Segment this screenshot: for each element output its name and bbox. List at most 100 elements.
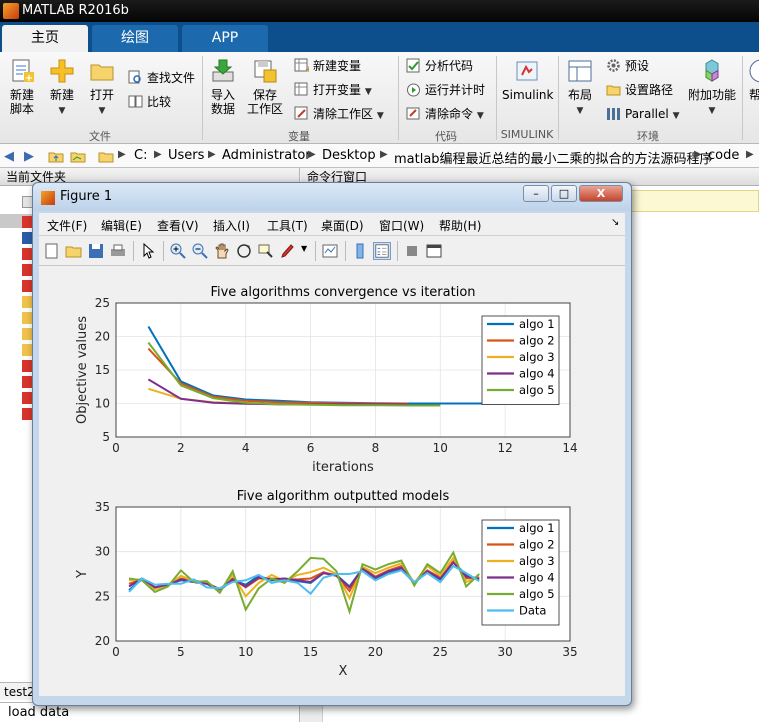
save-figure-icon[interactable]: [87, 242, 105, 260]
compare-button[interactable]: 比较: [128, 94, 171, 110]
figure-title-bar[interactable]: Figure 1 – □ X: [33, 183, 631, 211]
clear-workspace-dropdown-icon: ▼: [376, 111, 384, 121]
close-button[interactable]: X: [579, 185, 623, 202]
data-cursor-icon[interactable]: [257, 242, 275, 260]
chart2-legend-label: algo 5: [519, 587, 555, 601]
run-and-time-button[interactable]: 运行并计时: [406, 82, 485, 98]
tab-plots[interactable]: 绘图: [92, 25, 178, 52]
menu-tools[interactable]: 工具(T): [267, 217, 308, 234]
hide-plot-tools-icon[interactable]: [403, 242, 421, 260]
breadcrumb-drive[interactable]: C:: [134, 148, 147, 163]
clear-workspace-button[interactable]: 清除工作区 ▼: [294, 106, 384, 124]
menu-edit[interactable]: 编辑(E): [101, 217, 142, 234]
axes-models[interactable]: 0 5 10 15 20 25 30 35 20 25 30 35 Five algorithm out…: [75, 489, 578, 679]
set-path-button[interactable]: 设置路径: [606, 82, 673, 98]
parallel-label: Parallel: [625, 107, 669, 121]
chart1-legend-label: algo 3: [519, 350, 555, 364]
forward-arrow-icon[interactable]: ▶: [24, 149, 34, 164]
compare-label: 比较: [147, 95, 172, 109]
axes-convergence[interactable]: 0 2 4 6 8 10 12 14 5 10 15 20 25 Five algorithms conv…: [75, 285, 578, 475]
browse-folder-icon[interactable]: [70, 148, 86, 164]
open-file-icon[interactable]: [65, 242, 83, 260]
menu-window[interactable]: 窗口(W): [379, 217, 424, 234]
menu-view[interactable]: 查看(V): [157, 217, 199, 234]
new-variable-button[interactable]: + 新建变量: [294, 58, 361, 74]
show-plot-tools-icon[interactable]: [425, 242, 443, 260]
tab-apps[interactable]: APP: [182, 25, 268, 52]
layout-label: 布局: [567, 88, 592, 102]
save-workspace-button[interactable]: 保存 工作区: [246, 58, 284, 116]
zoom-out-icon[interactable]: [191, 242, 209, 260]
add-ons-button[interactable]: 附加功能 ▼: [686, 58, 738, 118]
cursor-icon[interactable]: [139, 242, 157, 260]
brush-dropdown-icon[interactable]: ▼: [301, 244, 307, 253]
breadcrumb-users[interactable]: Users: [168, 148, 204, 163]
chart1-x-axis-label: iterations: [312, 460, 374, 475]
help-button[interactable]: 帮: [748, 58, 759, 102]
new-dropdown-icon: ▼: [58, 106, 66, 116]
chart1-y-tick-label: 15: [95, 363, 110, 377]
pan-hand-icon[interactable]: [213, 242, 231, 260]
find-files-icon: [128, 70, 141, 84]
chart2-x-tick-label: 15: [303, 645, 318, 659]
breadcrumb-administrator[interactable]: Administrator: [222, 148, 311, 163]
simulink-button[interactable]: Simulink: [502, 58, 553, 102]
menu-desktop[interactable]: 桌面(D): [321, 217, 364, 234]
open-dropdown-icon: ▼: [98, 106, 106, 116]
back-arrow-icon[interactable]: ◀: [4, 149, 14, 164]
brush-icon[interactable]: [279, 242, 297, 260]
set-path-icon: [606, 85, 621, 96]
new-label: 新建: [49, 88, 74, 102]
figure-window[interactable]: Figure 1 – □ X 文件(F) 编辑(E) 查看(V) 插入(I) 工…: [32, 182, 632, 706]
minimize-button[interactable]: –: [523, 185, 549, 202]
address-bar: ◀ ▶ ▶ C: ▶ Users ▶ Administrator ▶ Deskt…: [0, 144, 759, 168]
clear-commands-button[interactable]: 清除命令 ▼: [406, 106, 484, 124]
plots-svg[interactable]: 0 2 4 6 8 10 12 14 5 10 15 20 25 Five algorithms conv…: [39, 266, 625, 696]
layout-button[interactable]: 布局 ▼: [564, 58, 596, 118]
clear-commands-dropdown-icon: ▼: [476, 111, 484, 121]
menu-file[interactable]: 文件(F): [47, 217, 87, 234]
print-figure-icon[interactable]: [109, 242, 127, 260]
menu-dock-arrow-icon[interactable]: ↘: [611, 217, 619, 228]
figure-toolbar: ▼: [39, 236, 625, 266]
breadcrumb-code[interactable]: code: [708, 148, 739, 163]
import-data-button[interactable]: 导入 数据: [206, 58, 240, 116]
chart1-y-tick-label: 20: [95, 330, 110, 344]
clear-commands-label: 清除命令: [425, 107, 474, 121]
parallel-button[interactable]: Parallel ▼: [606, 106, 679, 124]
up-folder-icon[interactable]: [48, 148, 64, 164]
breadcrumb-desktop[interactable]: Desktop: [322, 148, 376, 163]
menu-help[interactable]: 帮助(H): [439, 217, 481, 234]
clear-workspace-label: 清除工作区: [313, 107, 374, 121]
open-variable-button[interactable]: 打开变量 ▼: [294, 82, 372, 100]
new-figure-icon[interactable]: [43, 242, 61, 260]
figure-canvas[interactable]: 0 2 4 6 8 10 12 14 5 10 15 20 25 Five algorithms conv…: [39, 266, 625, 696]
simulink-group-label: SIMULINK: [500, 128, 554, 141]
new-script-button[interactable]: + 新建 脚本: [4, 58, 40, 116]
legend-icon[interactable]: [373, 242, 391, 260]
preferences-button[interactable]: 预设: [606, 58, 649, 74]
toolbar-separator: [315, 241, 316, 261]
chart1-y-tick-label: 25: [95, 296, 110, 310]
analyze-code-button[interactable]: 分析代码: [406, 58, 473, 74]
chart1-x-tick-label: 8: [372, 441, 380, 455]
find-files-button[interactable]: 查找文件: [128, 70, 195, 86]
open-label: 打开: [89, 88, 114, 102]
breadcrumb-separator: ▶: [154, 149, 162, 160]
colorbar-icon[interactable]: [351, 242, 369, 260]
menu-insert[interactable]: 插入(I): [213, 217, 250, 234]
breadcrumb-project-folder[interactable]: matlab编程最近总结的最小二乘的拟合的方法源码程序: [394, 148, 713, 167]
breadcrumb-separator: ▶: [118, 149, 126, 160]
new-button[interactable]: 新建 ▼: [46, 58, 78, 118]
zoom-in-icon[interactable]: [169, 242, 187, 260]
chart1-x-tick-label: 14: [562, 441, 577, 455]
maximize-button[interactable]: □: [551, 185, 577, 202]
clear-workspace-icon: [294, 106, 308, 120]
tab-home[interactable]: 主页: [2, 25, 88, 52]
layout-dropdown-icon: ▼: [576, 106, 584, 116]
new-script-icon: +: [12, 59, 34, 84]
link-plot-icon[interactable]: [321, 242, 339, 260]
open-button[interactable]: 打开 ▼: [86, 58, 118, 118]
rotate-3d-icon[interactable]: [235, 242, 253, 260]
group-separator: [202, 56, 203, 140]
